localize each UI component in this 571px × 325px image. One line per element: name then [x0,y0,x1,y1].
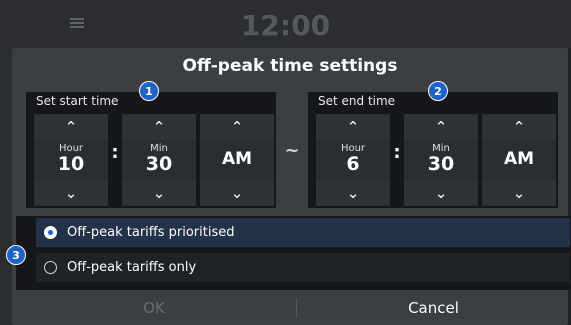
radio-selected-icon [44,226,57,239]
clock: 12:00 [240,9,331,42]
option-list: Off-peak tariffs prioritised Off-peak ta… [16,216,571,290]
start-min-up-button[interactable]: ⌃ [122,114,196,140]
end-hour-column: ⌃ Hour 6 ⌄ [316,114,390,206]
start-min-value: Min 30 [122,140,196,180]
option-label: Off-peak tariffs prioritised [67,225,235,240]
chevron-up-icon: ⌃ [230,118,244,136]
chevron-down-icon: ⌄ [346,184,360,202]
radio-unselected-icon [44,261,57,274]
ok-button[interactable]: OK [12,290,296,325]
end-hour-value: Hour 6 [316,140,390,180]
end-ampm-value: AM [482,140,556,180]
callout-badge-2: 2 [428,81,448,101]
start-min-number: 30 [145,153,173,175]
cancel-button[interactable]: Cancel [296,290,571,325]
top-bar: 12:00 [0,0,571,48]
start-colon: : [111,142,119,163]
chevron-up-icon: ⌃ [512,118,526,136]
end-colon: : [393,142,401,163]
start-ampm-text: AM [221,149,253,169]
start-ampm-down-button[interactable]: ⌄ [200,180,274,206]
end-min-down-button[interactable]: ⌄ [404,180,478,206]
end-ampm-up-button[interactable]: ⌃ [482,114,556,140]
chevron-down-icon: ⌄ [434,184,448,202]
start-ampm-value: AM [200,140,274,180]
start-min-down-button[interactable]: ⌄ [122,180,196,206]
dialog-title: Off-peak time settings [182,56,398,76]
chevron-down-icon: ⌄ [152,184,166,202]
end-ampm-column: ⌃ AM ⌄ [482,114,556,206]
start-ampm-up-button[interactable]: ⌃ [200,114,274,140]
start-hour-down-button[interactable]: ⌄ [34,180,108,206]
button-row: OK Cancel [12,290,571,325]
chevron-up-icon: ⌃ [434,118,448,136]
start-hour-column: ⌃ Hour 10 ⌄ [34,114,108,206]
callout-badge-3: 3 [6,245,26,265]
callout-badge-1: 1 [139,81,159,101]
option-prioritised[interactable]: Off-peak tariffs prioritised [36,218,570,247]
end-time-label: Set end time [318,94,396,108]
chevron-up-icon: ⌃ [64,118,78,136]
end-time-box: Set end time ⌃ Hour 6 ⌄ : ⌃ Min 30 ⌄ ⌃ A… [308,92,558,208]
start-ampm-column: ⌃ AM ⌄ [200,114,274,206]
start-hour-value: Hour 10 [34,140,108,180]
end-min-number: 30 [427,153,455,175]
chevron-up-icon: ⌃ [346,118,360,136]
end-min-up-button[interactable]: ⌃ [404,114,478,140]
end-min-value: Min 30 [404,140,478,180]
range-separator: ~ [284,140,300,161]
chevron-down-icon: ⌄ [64,184,78,202]
end-hour-number: 6 [346,153,360,175]
end-hour-down-button[interactable]: ⌄ [316,180,390,206]
chevron-down-icon: ⌄ [230,184,244,202]
start-hour-number: 10 [57,153,85,175]
end-ampm-text: AM [503,149,535,169]
start-time-box: Set start time ⌃ Hour 10 ⌄ : ⌃ Min 30 ⌄ … [26,92,276,208]
option-only[interactable]: Off-peak tariffs only [36,253,570,282]
start-hour-up-button[interactable]: ⌃ [34,114,108,140]
start-min-column: ⌃ Min 30 ⌄ [122,114,196,206]
chevron-up-icon: ⌃ [152,118,166,136]
end-hour-up-button[interactable]: ⌃ [316,114,390,140]
start-time-label: Set start time [36,94,119,108]
end-ampm-down-button[interactable]: ⌄ [482,180,556,206]
background-panel [0,48,12,325]
end-min-column: ⌃ Min 30 ⌄ [404,114,478,206]
option-label: Off-peak tariffs only [67,260,197,275]
chevron-down-icon: ⌄ [512,184,526,202]
